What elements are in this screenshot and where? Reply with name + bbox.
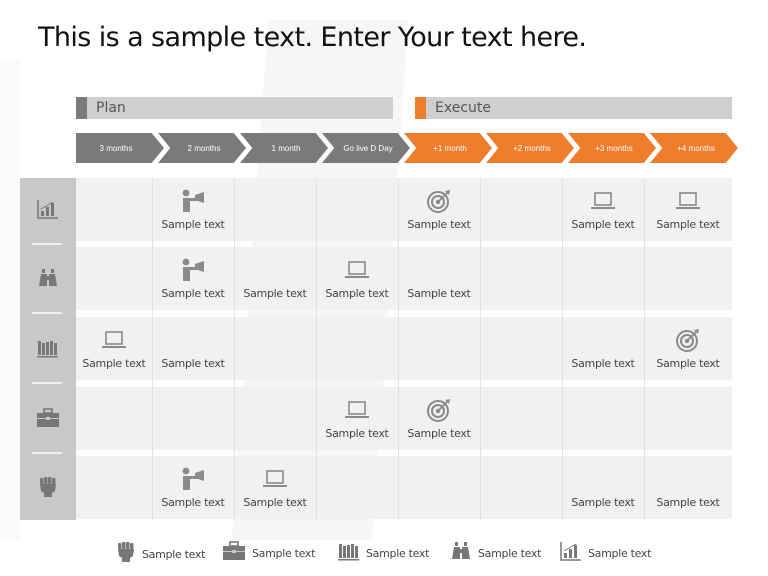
timeline-step: +1 month — [404, 133, 492, 163]
books-icon — [34, 335, 62, 361]
legend-item: Sample text — [116, 541, 205, 568]
timeline-cell: Sample text — [234, 456, 316, 519]
cell-text: Sample text — [161, 287, 225, 300]
timeline-step: +3 months — [568, 133, 656, 163]
cell-text: Sample text — [571, 357, 635, 370]
cell-text: Sample text — [325, 287, 389, 300]
legend-item: Sample text — [338, 541, 429, 566]
timeline-cell: Sample text — [644, 456, 732, 519]
laptop-icon — [590, 188, 616, 214]
timeline-step: 2 months — [158, 133, 246, 163]
books-icon — [338, 541, 360, 566]
timeline: 3 months 2 months 1 month Go live D Day +1 m… — [76, 133, 738, 163]
target-icon — [675, 327, 701, 353]
phase-label-plan: Plan — [96, 100, 126, 116]
timeline-cell: Sample text — [644, 178, 732, 241]
binoculars-icon — [450, 541, 472, 566]
cell-text: Sample text — [656, 357, 720, 370]
timeline-cell: Sample text — [398, 247, 480, 310]
legend-item: Sample text — [450, 541, 541, 566]
laptop-icon — [101, 327, 127, 353]
grid-divider — [316, 178, 317, 520]
timeline-step: Go live D Day — [322, 133, 410, 163]
timeline-cell: Sample text — [316, 247, 398, 310]
timeline-cell: Sample text — [562, 178, 644, 241]
cell-text: Sample text — [243, 287, 307, 300]
phase-bar-plan: Plan — [76, 97, 393, 119]
background-shape — [0, 60, 20, 540]
legend-text: Sample text — [366, 547, 430, 560]
bar-chart-icon — [560, 541, 582, 566]
grid-divider — [480, 178, 481, 520]
timeline-cell: Sample text — [398, 387, 480, 450]
cell-text: Sample text — [407, 218, 471, 231]
briefcase-icon — [34, 405, 62, 431]
timeline-cell: Sample text — [152, 317, 234, 380]
fist-icon — [34, 474, 62, 500]
cell-text: Sample text — [656, 496, 720, 509]
fist-icon — [116, 541, 136, 568]
cell-text: Sample text — [161, 496, 225, 509]
presenter-icon — [180, 257, 206, 283]
phase-accent-execute — [415, 97, 426, 119]
phase-label-execute: Execute — [435, 100, 491, 116]
timeline-cell: Sample text — [398, 178, 480, 241]
laptop-icon — [262, 466, 288, 492]
timeline-step: +4 months — [650, 133, 738, 163]
page-title: This is a sample text. Enter Your text h… — [38, 22, 587, 53]
legend-text: Sample text — [252, 547, 316, 560]
row-icon-column — [20, 178, 76, 520]
phase-bar-execute: Execute — [415, 97, 732, 119]
cell-text: Sample text — [571, 496, 635, 509]
timeline-step: 1 month — [240, 133, 328, 163]
cell-text: Sample text — [407, 427, 471, 440]
bar-chart-icon — [34, 196, 62, 222]
presenter-icon — [180, 188, 206, 214]
phase-accent-plan — [76, 97, 87, 119]
timeline-cell: Sample text — [316, 387, 398, 450]
timeline-cell: Sample text — [234, 247, 316, 310]
row-separator — [32, 452, 62, 454]
cell-text: Sample text — [161, 218, 225, 231]
cell-text: Sample text — [82, 357, 146, 370]
laptop-icon — [675, 188, 701, 214]
legend-text: Sample text — [478, 547, 542, 560]
laptop-icon — [344, 257, 370, 283]
legend: Sample text Sample text Sample text Samp… — [0, 541, 768, 562]
timeline-cell: Sample text — [76, 317, 152, 380]
cell-text: Sample text — [407, 287, 471, 300]
timeline-step: +2 months — [486, 133, 574, 163]
presenter-icon — [180, 466, 206, 492]
cell-text: Sample text — [161, 357, 225, 370]
legend-text: Sample text — [142, 548, 206, 561]
timeline-cell: Sample text — [152, 247, 234, 310]
binoculars-icon — [34, 265, 62, 291]
target-icon — [426, 397, 452, 423]
target-icon — [426, 188, 452, 214]
legend-item: Sample text — [560, 541, 651, 566]
cell-text: Sample text — [571, 218, 635, 231]
timeline-step: 3 months — [76, 133, 164, 163]
row-separator — [32, 243, 62, 245]
timeline-cell: Sample text — [152, 178, 234, 241]
timeline-cell: Sample text — [152, 456, 234, 519]
timeline-cell: Sample text — [562, 317, 644, 380]
row-separator — [32, 312, 62, 314]
cell-text: Sample text — [243, 496, 307, 509]
laptop-icon — [344, 397, 370, 423]
legend-item: Sample text — [222, 541, 315, 566]
cell-text: Sample text — [325, 427, 389, 440]
timeline-cell: Sample text — [562, 456, 644, 519]
cell-text: Sample text — [656, 218, 720, 231]
timeline-cell: Sample text — [644, 317, 732, 380]
row-separator — [32, 382, 62, 384]
legend-text: Sample text — [588, 547, 652, 560]
briefcase-icon — [222, 541, 246, 566]
